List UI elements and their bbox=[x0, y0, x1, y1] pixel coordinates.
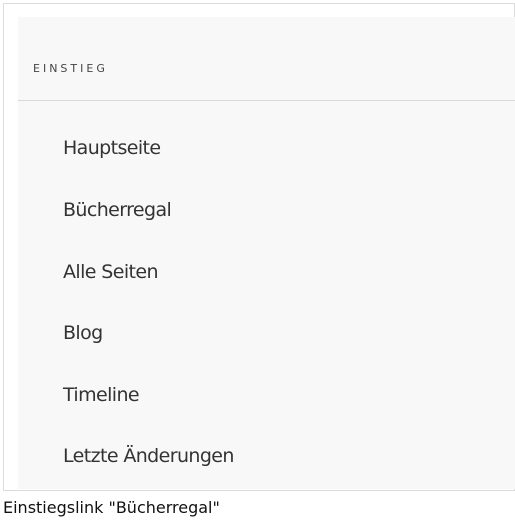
nav-link-blog[interactable]: Blog bbox=[18, 301, 515, 363]
section-title: EINSTIEG bbox=[33, 62, 108, 75]
einstieg-navigation-panel: EINSTIEG Hauptseite Bücherregal Alle Sei… bbox=[18, 17, 515, 489]
section-header: EINSTIEG bbox=[18, 17, 515, 101]
nav-list: Hauptseite Bücherregal Alle Seiten Blog … bbox=[18, 116, 515, 486]
nav-link-timeline[interactable]: Timeline bbox=[18, 363, 515, 425]
image-caption: Einstiegslink "Bücherregal" bbox=[3, 498, 220, 517]
nav-link-letzte-aenderungen[interactable]: Letzte Änderungen bbox=[18, 424, 515, 486]
nav-link-buecherregal[interactable]: Bücherregal bbox=[18, 178, 515, 240]
nav-link-alle-seiten[interactable]: Alle Seiten bbox=[18, 240, 515, 302]
nav-link-hauptseite[interactable]: Hauptseite bbox=[18, 116, 515, 178]
